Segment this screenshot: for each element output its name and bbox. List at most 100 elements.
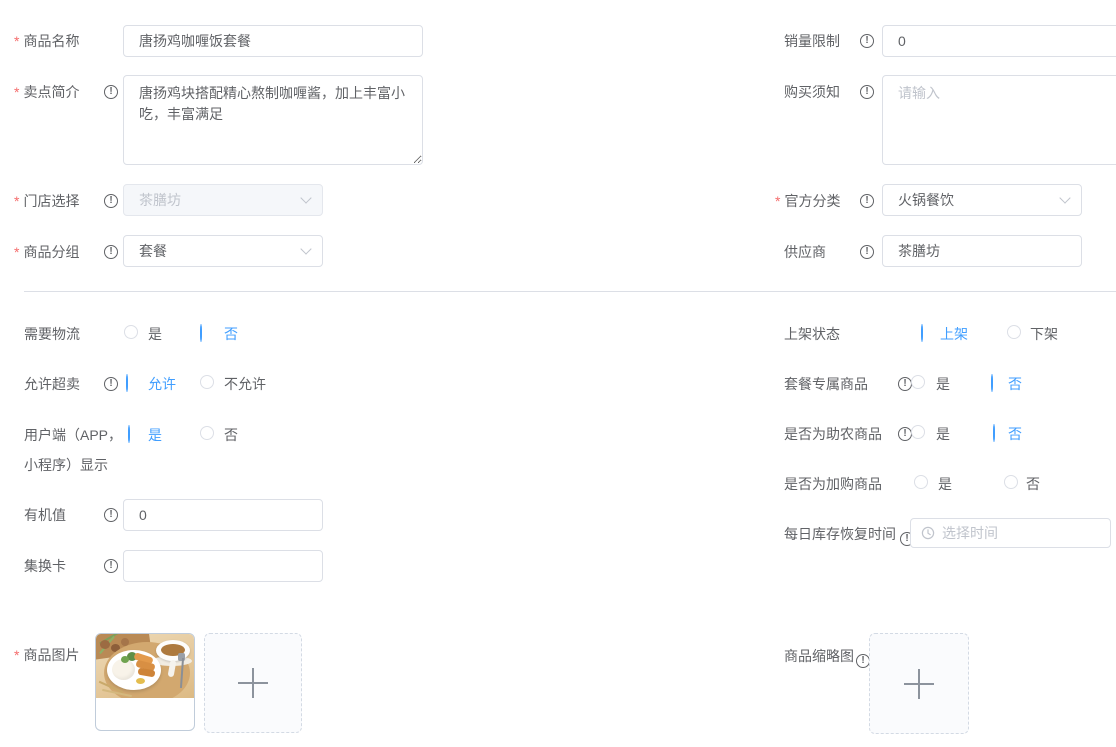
farm-support-label: 是否为助农商品 [784,426,882,442]
combo-exclusive-yes-radio[interactable] [911,375,925,389]
info-icon: ! [860,194,874,208]
selling-point-label-text: 卖点简介 [23,84,79,100]
section-divider [24,291,1116,292]
selling-point-textarea[interactable]: 唐扬鸡块搭配精心熬制咖喱酱，加上丰富小吃，丰富满足 [123,75,423,165]
info-icon: ! [860,34,874,48]
client-display-yes-radio[interactable] [128,425,130,443]
supplier-label: 供应商 [784,244,826,260]
client-display-no-radio[interactable] [200,426,214,440]
info-icon: ! [856,654,870,668]
curry-rice-photo [96,634,194,698]
allow-oversell-yes-option[interactable]: 允许 [148,376,176,392]
required-mark: * [14,647,19,663]
official-category-label-text: 官方分类 [784,193,840,209]
shelf-status-off-option[interactable]: 下架 [1030,326,1058,342]
need-logistics-no-option[interactable]: 否 [224,326,238,342]
shelf-status-label: 上架状态 [784,326,840,342]
allow-oversell-no-option[interactable]: 不允许 [224,376,266,392]
product-group-select[interactable]: 套餐 [123,235,323,267]
stock-recovery-time-label: 每日库存恢复时间! [784,526,914,546]
allow-oversell-yes-radio[interactable] [126,374,128,392]
store-select-label-text: 门店选择 [23,193,79,209]
product-name-label-text: 商品名称 [23,33,79,49]
product-group-select-value: 套餐 [139,241,167,261]
farm-support-yes-option[interactable]: 是 [936,426,950,442]
product-images-label: *商品图片 [14,647,79,663]
shelf-status-off-radio[interactable] [1007,325,1021,339]
product-thumbnail-upload-button[interactable] [869,633,969,734]
official-category-label: *官方分类 [775,193,840,209]
info-icon: ! [104,245,118,259]
organic-value-input[interactable] [123,499,323,531]
allow-oversell-no-radio[interactable] [200,375,214,389]
combo-exclusive-no-radio[interactable] [991,374,993,392]
product-edit-form: *商品名称 *卖点简介 ! 唐扬鸡块搭配精心熬制咖喱酱，加上丰富小吃，丰富满足 … [0,0,1116,747]
addon-purchase-no-radio[interactable] [1004,475,1018,489]
need-logistics-yes-radio[interactable] [124,325,138,339]
need-logistics-no-radio[interactable] [200,324,202,342]
plus-icon [904,669,934,699]
selling-point-label: *卖点简介 [14,84,79,100]
addon-purchase-label: 是否为加购商品 [784,476,882,492]
required-mark: * [14,33,19,49]
info-icon: ! [860,245,874,259]
required-mark: * [14,84,19,100]
addon-purchase-yes-radio[interactable] [914,475,928,489]
exchange-card-input[interactable] [123,550,323,582]
sales-limit-input[interactable] [882,25,1116,57]
exchange-card-label: 集换卡 [24,558,66,574]
organic-value-label: 有机值 [24,507,66,523]
info-icon: ! [104,85,118,99]
product-image-upload-button[interactable] [204,633,302,733]
need-logistics-yes-option[interactable]: 是 [148,326,162,342]
farm-support-no-radio[interactable] [993,424,995,442]
purchase-notes-textarea[interactable] [882,75,1116,165]
combo-exclusive-yes-option[interactable]: 是 [936,376,950,392]
required-mark: * [14,193,19,209]
info-icon: ! [860,85,874,99]
stock-recovery-time-placeholder: 选择时间 [942,523,998,543]
product-group-label-text: 商品分组 [23,244,79,260]
stock-recovery-time-picker[interactable]: 选择时间 [910,518,1111,548]
farm-support-yes-radio[interactable] [911,425,925,439]
purchase-notes-label: 购买须知 [784,84,840,100]
combo-exclusive-label: 套餐专属商品 [784,376,868,392]
chevron-down-icon [1059,192,1070,203]
store-select-value: 茶膳坊 [139,190,181,210]
product-thumbnail-label: 商品缩略图! [784,648,870,668]
client-display-label-line2: 小程序）显示 [24,457,108,473]
plus-icon [238,668,268,698]
info-icon: ! [104,377,118,391]
product-name-label: *商品名称 [14,33,79,49]
required-mark: * [14,244,19,260]
official-category-select[interactable]: 火锅餐饮 [882,184,1082,216]
farm-support-no-option[interactable]: 否 [1008,426,1022,442]
official-category-select-value: 火锅餐饮 [898,190,954,210]
info-icon: ! [104,559,118,573]
store-select[interactable]: 茶膳坊 [123,184,323,216]
client-display-yes-option[interactable]: 是 [148,427,162,443]
shelf-status-on-radio[interactable] [921,324,923,342]
allow-oversell-label: 允许超卖 [24,376,80,392]
clock-icon [921,526,935,540]
required-mark: * [775,193,780,209]
product-name-input[interactable] [123,25,423,57]
product-images-label-text: 商品图片 [23,647,79,663]
info-icon: ! [898,377,912,391]
info-icon: ! [104,508,118,522]
shelf-status-on-option[interactable]: 上架 [940,326,968,342]
combo-exclusive-no-option[interactable]: 否 [1008,376,1022,392]
client-display-no-option[interactable]: 否 [224,427,238,443]
addon-purchase-no-option[interactable]: 否 [1026,476,1040,492]
sales-limit-label: 销量限制 [784,33,840,49]
uploaded-product-image[interactable] [95,633,195,731]
client-display-label-line1: 用户端（APP， [24,427,122,443]
stock-recovery-time-label-text: 每日库存恢复时间 [784,526,896,542]
need-logistics-label: 需要物流 [24,326,80,342]
addon-purchase-yes-option[interactable]: 是 [938,476,952,492]
supplier-input[interactable] [882,235,1082,267]
store-select-label: *门店选择 [14,193,79,209]
product-group-label: *商品分组 [14,244,79,260]
info-icon: ! [898,427,912,441]
info-icon: ! [104,194,118,208]
